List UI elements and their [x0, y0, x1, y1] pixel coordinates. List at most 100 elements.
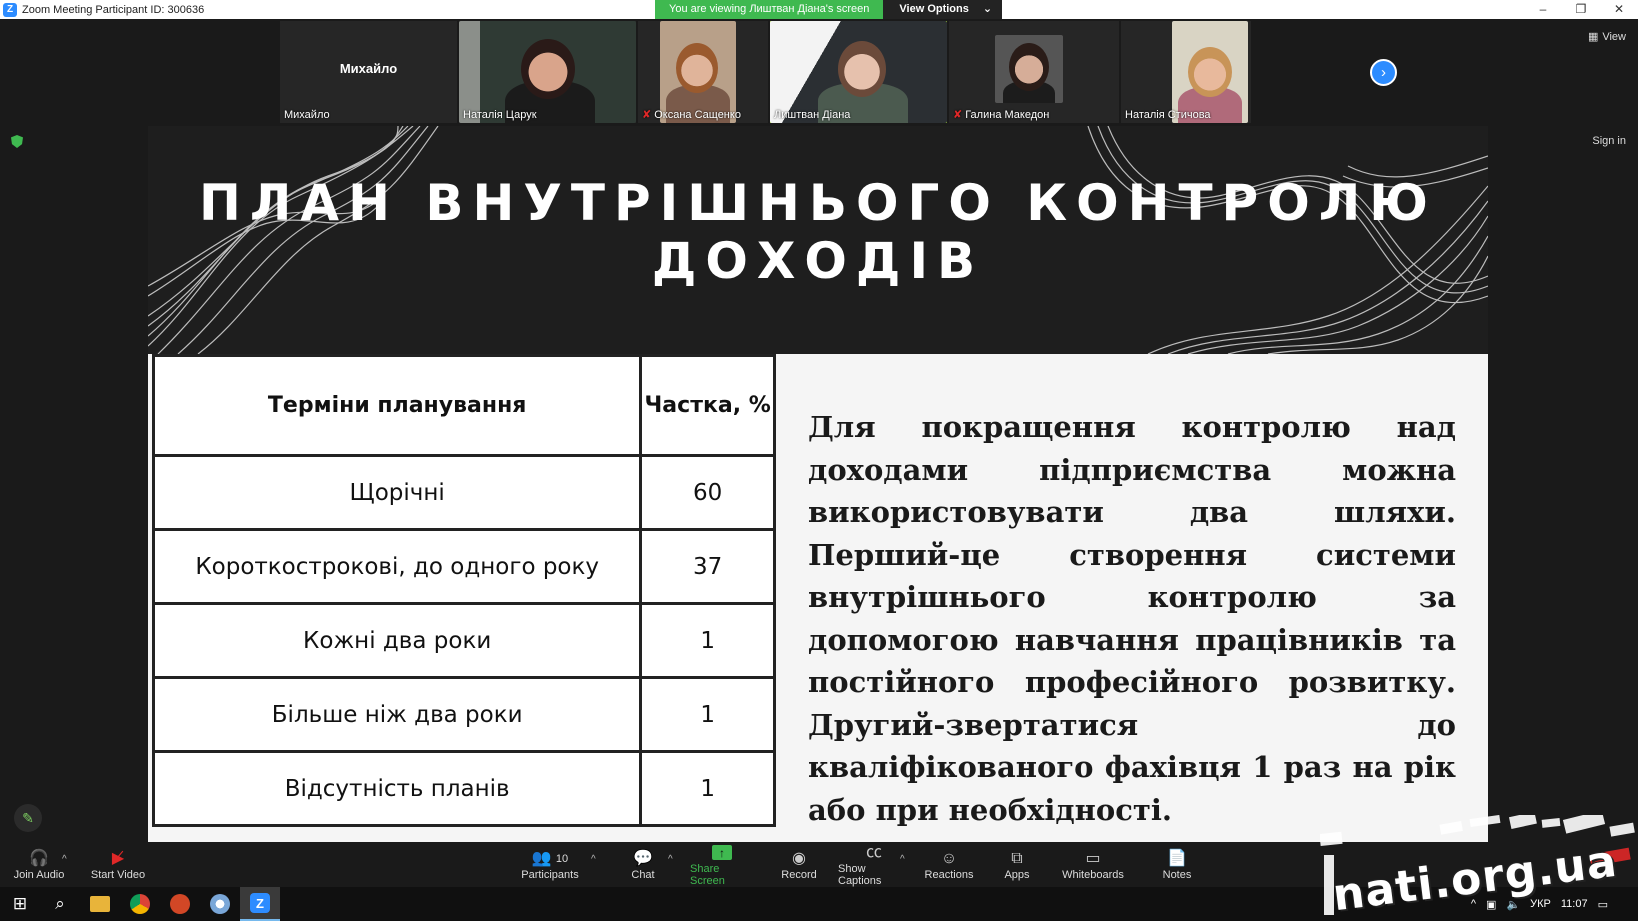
- participant-video: [770, 21, 947, 123]
- table-row: Більше ніж два роки 1: [151, 676, 776, 753]
- windows-logo-icon: ⊞: [12, 894, 28, 913]
- table-cell: 1: [639, 750, 776, 827]
- participant-video: [1172, 21, 1248, 123]
- table-header: Частка, %: [639, 354, 776, 457]
- participants-icon: 👥: [531, 849, 552, 867]
- participant-video: [459, 21, 636, 123]
- table-header: Терміни планування: [151, 354, 643, 457]
- shared-screen: ПЛАН ВНУТРІШНЬОГО КОНТРОЛЮ ДОХОДІВ Термі…: [148, 126, 1488, 842]
- participant-video: [995, 35, 1063, 103]
- slide-header: ПЛАН ВНУТРІШНЬОГО КОНТРОЛЮ ДОХОДІВ: [148, 126, 1488, 354]
- start-video-button[interactable]: ▶̸ Start Video: [90, 842, 146, 887]
- table-row: Відсутність планів 1: [151, 750, 776, 827]
- apps-label: Apps: [1004, 868, 1030, 881]
- taskbar-app-file-explorer[interactable]: [80, 887, 120, 921]
- participant-tile[interactable]: ✘ Галина Македон: [949, 21, 1119, 123]
- gallery-next-button[interactable]: ›: [1370, 59, 1397, 86]
- participant-name: Лиштван Діана: [774, 109, 851, 121]
- grid-view-icon: ▦: [1587, 31, 1599, 43]
- captions-icon: ㏄: [865, 843, 882, 861]
- participant-gallery: Михайло Михайло Наталія Царук ✘ Оксана Са…: [280, 21, 1251, 123]
- view-options-label: View Options: [899, 3, 969, 15]
- share-screen-button[interactable]: ↑ Share Screen: [690, 842, 754, 887]
- search-button[interactable]: ⌕: [40, 887, 80, 921]
- zoom-meeting-window: Z Zoom Meeting Participant ID: 300636 Yo…: [0, 0, 1638, 921]
- participant-name: Михайло: [284, 109, 330, 121]
- close-icon[interactable]: ✕: [1600, 0, 1638, 19]
- chevron-down-icon: ⌄: [982, 3, 993, 15]
- table-cell: 1: [639, 602, 776, 679]
- paint-icon: [210, 894, 230, 914]
- viewing-banner: You are viewing Лиштван Діана's screen V…: [655, 0, 1003, 19]
- muted-mic-icon: ✘: [642, 109, 652, 121]
- share-screen-icon: ↑: [712, 845, 732, 860]
- restore-icon[interactable]: ❐: [1562, 0, 1600, 19]
- view-button[interactable]: ▦ View: [1587, 30, 1626, 44]
- record-icon: ◉: [792, 849, 806, 867]
- table-row: Щорічні 60: [151, 454, 776, 531]
- start-button[interactable]: ⊞: [0, 887, 40, 921]
- participants-options-caret-icon[interactable]: ^: [591, 854, 596, 865]
- encryption-shield-icon[interactable]: [11, 135, 23, 148]
- zoom-icon: Z: [250, 893, 270, 913]
- notes-icon: 📄: [1167, 849, 1187, 867]
- participant-tile[interactable]: Наталія Стичова: [1121, 21, 1251, 123]
- chat-icon: 💬: [633, 849, 653, 867]
- reactions-label: Reactions: [924, 868, 974, 881]
- table-header-row: Терміни планування Частка, %: [151, 354, 776, 457]
- show-captions-label: Show Captions: [838, 862, 882, 887]
- record-label: Record: [781, 868, 817, 881]
- view-label: View: [1602, 30, 1626, 43]
- taskbar-app-powerpoint[interactable]: [160, 887, 200, 921]
- headphones-icon: 🎧: [29, 849, 49, 867]
- reactions-icon: ☺: [940, 849, 958, 867]
- reactions-button[interactable]: ☺ Reactions: [924, 842, 974, 887]
- join-audio-button[interactable]: 🎧 Join Audio: [12, 842, 66, 887]
- table-cell: 37: [639, 528, 776, 605]
- table-cell: Щорічні: [151, 454, 643, 531]
- captions-options-caret-icon[interactable]: ^: [900, 854, 905, 865]
- view-options-button[interactable]: View Options ⌄: [883, 0, 1003, 19]
- table-cell: 60: [639, 454, 776, 531]
- annotate-pen-button[interactable]: ✎: [14, 804, 42, 832]
- chrome-icon: [130, 894, 150, 914]
- table-cell: Короткострокові, до одного року: [151, 528, 643, 605]
- sign-in-link[interactable]: Sign in: [1592, 135, 1626, 147]
- window-title: Zoom Meeting Participant ID: 300636: [22, 3, 205, 16]
- chat-button[interactable]: 💬 Chat: [628, 842, 658, 887]
- table-cell: Відсутність планів: [151, 750, 643, 827]
- taskbar-app-paint[interactable]: [200, 887, 240, 921]
- participant-tile[interactable]: Михайло Михайло: [280, 21, 457, 123]
- record-button[interactable]: ◉ Record: [780, 842, 818, 887]
- participant-tile[interactable]: ✘ Оксана Сащенко: [638, 21, 768, 123]
- start-video-label: Start Video: [90, 868, 146, 881]
- zoom-logo-icon: Z: [3, 2, 17, 17]
- search-icon: ⌕: [55, 894, 65, 913]
- share-screen-label: Share Screen: [690, 862, 725, 887]
- minimize-icon[interactable]: –: [1524, 0, 1562, 19]
- notes-button[interactable]: 📄 Notes: [1160, 842, 1194, 887]
- apps-button[interactable]: ⧉ Apps: [1004, 842, 1030, 887]
- participant-display-name: Михайло: [339, 61, 398, 76]
- slide-title: ПЛАН ВНУТРІШНЬОГО КОНТРОЛЮ ДОХОДІВ: [199, 174, 1437, 290]
- table-cell: Більше ніж два роки: [151, 676, 643, 753]
- whiteboards-label: Whiteboards: [1062, 868, 1124, 881]
- join-audio-label: Join Audio: [13, 868, 65, 881]
- participants-button[interactable]: 👥 10 Participants: [520, 842, 580, 887]
- slide-paragraph: Для покращення контролю над доходами під…: [808, 410, 1456, 827]
- participant-name: Галина Македон: [965, 108, 1050, 121]
- whiteboards-button[interactable]: ▭ Whiteboards: [1062, 842, 1124, 887]
- table-cell: Кожні два роки: [151, 602, 643, 679]
- taskbar-app-zoom[interactable]: Z: [240, 887, 280, 921]
- chevron-right-icon: ›: [1381, 64, 1386, 81]
- chat-options-caret-icon[interactable]: ^: [668, 854, 673, 865]
- window-controls: – ❐ ✕: [1524, 0, 1638, 19]
- participant-tile[interactable]: Наталія Царук: [459, 21, 636, 123]
- participant-tile-active[interactable]: Лиштван Діана: [770, 21, 947, 123]
- participant-name: Наталія Стичова: [1125, 109, 1211, 121]
- apps-icon: ⧉: [1011, 849, 1023, 867]
- taskbar-app-chrome[interactable]: [120, 887, 160, 921]
- folder-icon: [90, 896, 110, 912]
- audio-options-caret-icon[interactable]: ^: [62, 854, 67, 865]
- pen-icon: ✎: [22, 809, 34, 826]
